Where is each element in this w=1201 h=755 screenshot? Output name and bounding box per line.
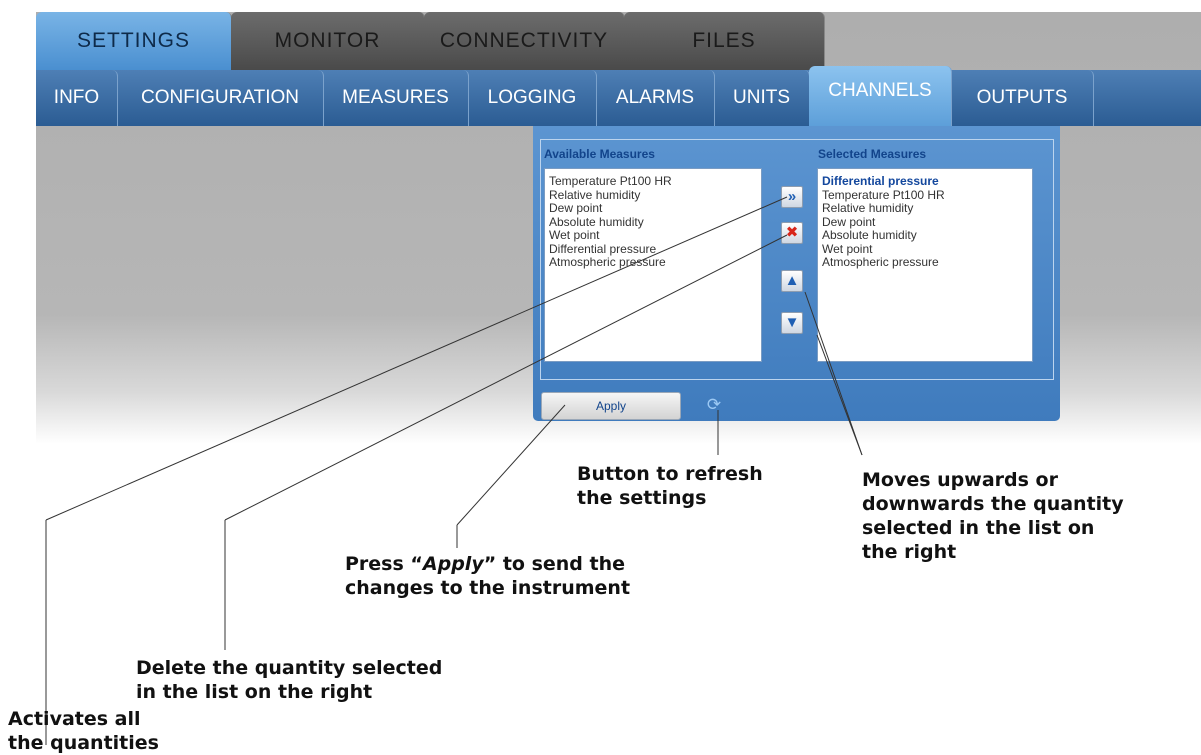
tab-info[interactable]: INFO: [36, 70, 118, 126]
list-item-selected[interactable]: Differential pressure: [822, 174, 1028, 189]
list-item[interactable]: Relative humidity: [549, 188, 757, 203]
top-tab-bar: SETTINGS MONITOR CONNECTIVITY FILES: [36, 12, 836, 70]
sub-tab-bar: INFO CONFIGURATION MEASURES LOGGING ALAR…: [36, 66, 1201, 126]
list-item[interactable]: Wet point: [822, 242, 1028, 257]
move-up-button[interactable]: ▲: [781, 270, 803, 292]
list-item[interactable]: Relative humidity: [822, 201, 1028, 216]
list-item[interactable]: Temperature Pt100 HR: [549, 174, 757, 189]
list-item[interactable]: Atmospheric pressure: [822, 255, 1028, 270]
callout-apply-prefix: Press “: [345, 553, 423, 575]
callout-apply-word: Apply: [422, 553, 484, 575]
tab-channels[interactable]: CHANNELS: [809, 66, 952, 126]
apply-button[interactable]: Apply: [541, 392, 681, 420]
arrow-up-icon: ▲: [784, 272, 800, 289]
available-measures-title: Available Measures: [544, 147, 655, 161]
tab-outputs[interactable]: OUTPUTS: [951, 70, 1094, 126]
app-screen: SETTINGS MONITOR CONNECTIVITY FILES INFO…: [36, 12, 1201, 444]
tab-configuration[interactable]: CONFIGURATION: [117, 70, 324, 126]
tab-settings[interactable]: SETTINGS: [36, 12, 232, 70]
tab-logging[interactable]: LOGGING: [468, 70, 597, 126]
list-item[interactable]: Differential pressure: [549, 242, 757, 257]
callout-apply: Press “Apply” to send the changes to the…: [345, 552, 630, 600]
arrow-down-icon: ▼: [784, 314, 800, 331]
tab-alarms[interactable]: ALARMS: [596, 70, 715, 126]
delete-button[interactable]: ✖: [781, 222, 803, 244]
move-down-button[interactable]: ▼: [781, 312, 803, 334]
tab-connectivity[interactable]: CONNECTIVITY: [424, 12, 625, 70]
measures-group: Available Measures Selected Measures Tem…: [540, 139, 1054, 380]
list-item[interactable]: Atmospheric pressure: [549, 255, 757, 270]
list-item[interactable]: Temperature Pt100 HR: [822, 188, 1028, 203]
list-item[interactable]: Dew point: [822, 215, 1028, 230]
available-measures-list[interactable]: Temperature Pt100 HR Relative humidity D…: [544, 168, 762, 362]
callout-delete: Delete the quantity selected in the list…: [136, 657, 443, 703]
tab-files[interactable]: FILES: [624, 12, 825, 70]
callout-refresh: Button to refresh the settings: [577, 463, 763, 509]
channels-panel: Available Measures Selected Measures Tem…: [533, 126, 1060, 421]
list-item[interactable]: Absolute humidity: [822, 228, 1028, 243]
list-item[interactable]: Wet point: [549, 228, 757, 243]
refresh-icon[interactable]: ⟳: [705, 396, 723, 414]
selected-measures-list[interactable]: Differential pressure Temperature Pt100 …: [817, 168, 1033, 362]
tab-monitor[interactable]: MONITOR: [231, 12, 425, 70]
red-x-icon: ✖: [785, 224, 799, 241]
callout-activate: Activates all the quantities: [8, 708, 159, 754]
tab-units[interactable]: UNITS: [714, 70, 810, 126]
callout-move: Moves upwards or downwards the quantity …: [862, 469, 1124, 563]
tab-measures[interactable]: MEASURES: [323, 70, 469, 126]
add-all-button[interactable]: »: [781, 186, 803, 208]
list-item[interactable]: Dew point: [549, 201, 757, 216]
selected-measures-title: Selected Measures: [818, 147, 927, 161]
double-chevron-right-icon: »: [787, 188, 797, 205]
list-item[interactable]: Absolute humidity: [549, 215, 757, 230]
